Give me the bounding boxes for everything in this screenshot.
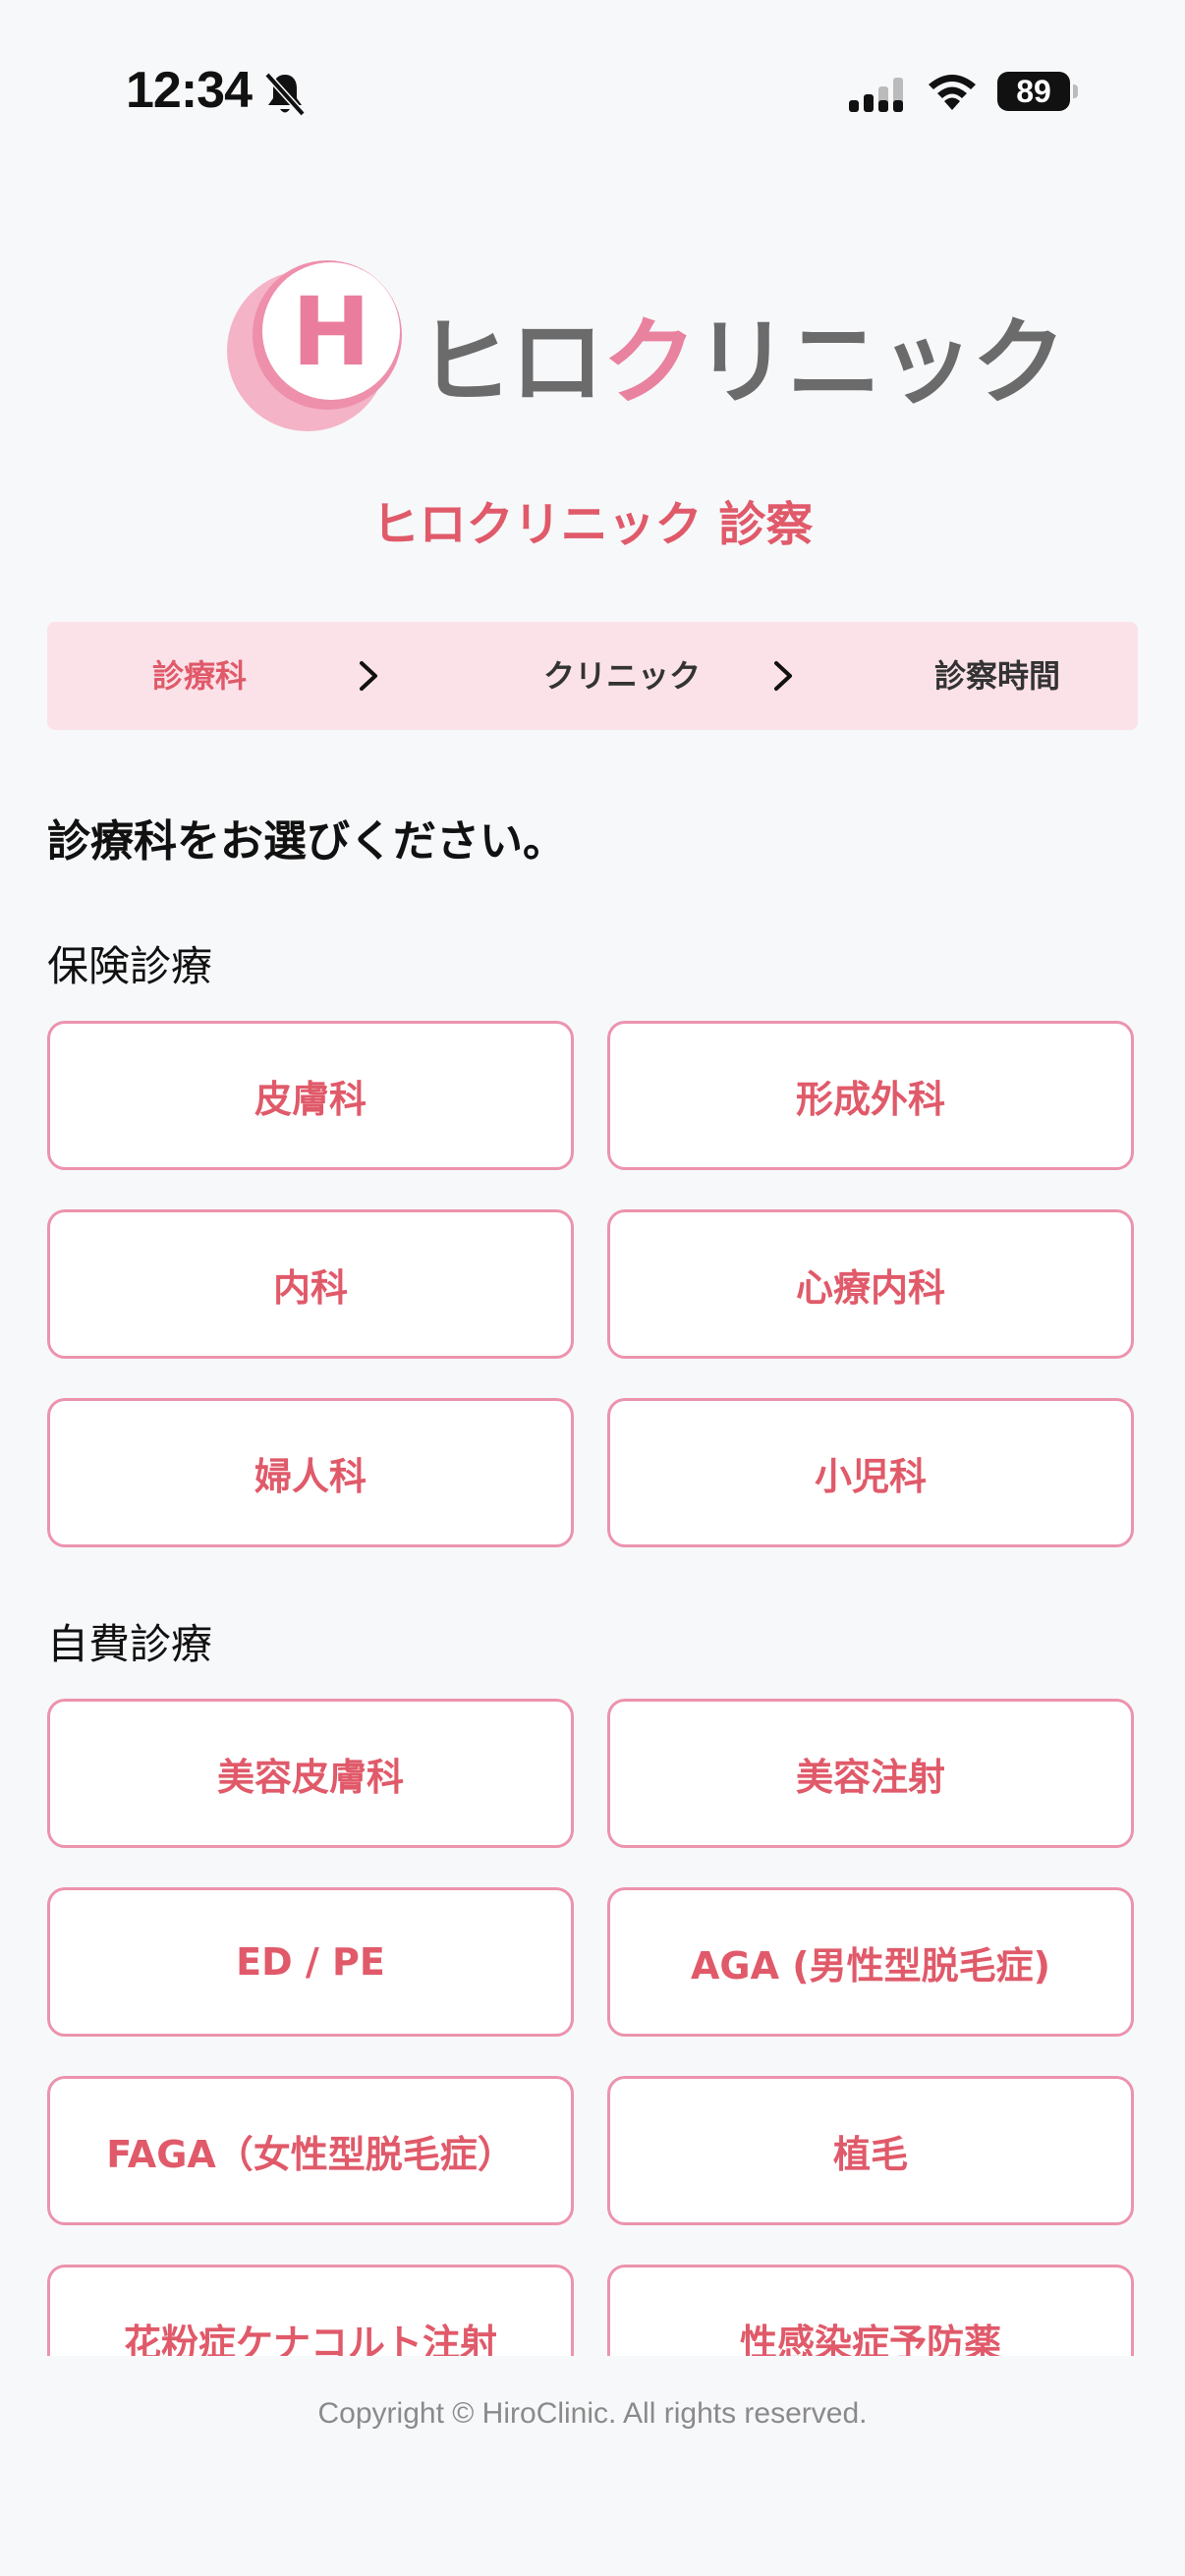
department-button[interactable]: 美容皮膚科 xyxy=(47,1699,574,1848)
department-button[interactable]: ED / PE xyxy=(47,1887,574,2037)
department-list[interactable]: 皮膚科 形成外科 内科 心療内科 婦人科 小児科 美容皮膚科 美容注射 ED /… xyxy=(0,992,1185,2356)
status-time: 12:34 xyxy=(126,62,253,119)
section-title-insurance: 保険診療 xyxy=(47,942,213,990)
bell-slash-icon xyxy=(264,72,306,117)
chevron-right-icon xyxy=(774,661,792,691)
logo-mark-letter: H xyxy=(292,277,370,387)
department-button[interactable]: 皮膚科 xyxy=(47,1021,574,1170)
copyright-text: Copyright © HiroClinic. All rights reser… xyxy=(317,2397,868,2430)
chevron-right-icon xyxy=(360,661,377,691)
logo-name-part1: ヒロ xyxy=(418,308,604,418)
clinic-logo: H ヒロクリニック xyxy=(221,251,1066,437)
department-button[interactable]: 性感染症予防薬 xyxy=(607,2265,1134,2356)
department-button[interactable]: 形成外科 xyxy=(607,1021,1134,1170)
step-progress-bar: 診療科 クリニック 診察時間 xyxy=(47,622,1138,730)
department-button[interactable]: 婦人科 xyxy=(47,1398,574,1547)
step-department: 診療科 xyxy=(151,657,247,695)
logo-name-part2: リニック xyxy=(695,308,1066,418)
logo-name: ヒロクリニック xyxy=(418,286,1066,422)
instruction-text: 診療科をお選びください。 xyxy=(47,816,566,867)
department-button[interactable]: FAGA（女性型脱毛症） xyxy=(47,2076,574,2225)
status-bar: 12:34 89 xyxy=(0,0,1185,196)
logo-mark-icon: H xyxy=(227,260,402,431)
step-clinic: クリニック xyxy=(542,657,701,695)
logo-name-accent: ク xyxy=(602,308,697,418)
department-button[interactable]: 花粉症ケナコルト注射 xyxy=(47,2265,574,2356)
step-consultation-time: 診察時間 xyxy=(933,657,1060,695)
wifi-icon xyxy=(929,75,976,110)
department-button[interactable]: 美容注射 xyxy=(607,1699,1134,1848)
department-button[interactable]: 心療内科 xyxy=(607,1209,1134,1359)
department-button[interactable]: AGA (男性型脱毛症) xyxy=(607,1887,1134,2037)
department-button[interactable]: 小児科 xyxy=(607,1398,1134,1547)
battery-icon: 89 xyxy=(997,72,1078,111)
page-title: ヒロクリニック 診察 xyxy=(371,497,814,552)
department-button[interactable]: 内科 xyxy=(47,1209,574,1359)
department-button[interactable]: 植毛 xyxy=(607,2076,1134,2225)
battery-level: 89 xyxy=(997,72,1070,111)
cellular-signal-icon xyxy=(849,78,903,112)
